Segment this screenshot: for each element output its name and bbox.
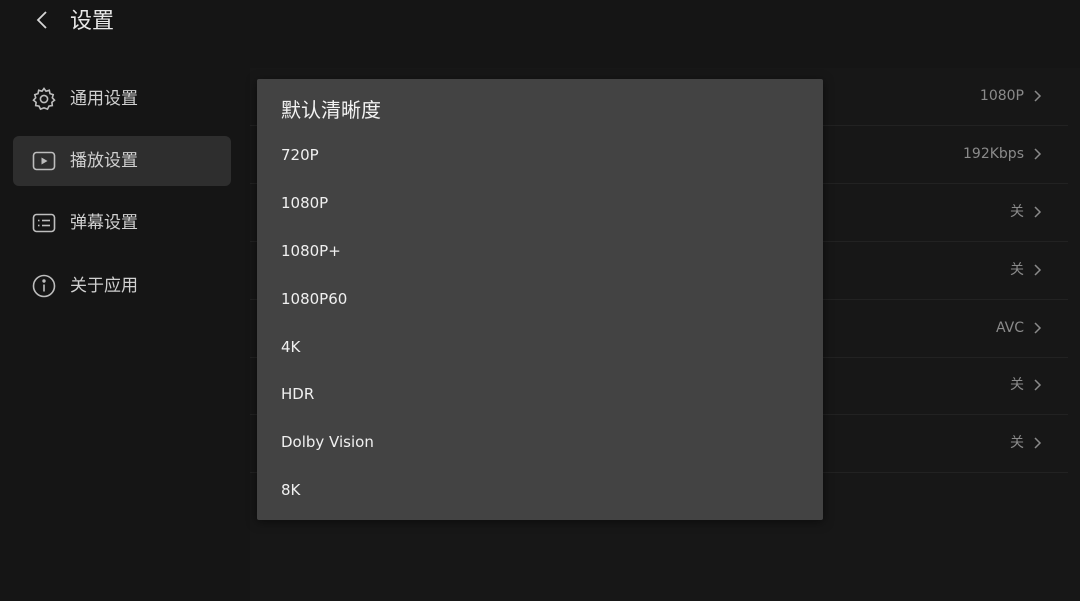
option-4k[interactable]: 4K: [257, 325, 823, 369]
option-720p[interactable]: 720P: [257, 133, 823, 177]
option-label: Dolby Vision: [281, 433, 374, 451]
option-dolby-vision[interactable]: Dolby Vision: [257, 420, 823, 464]
option-label: HDR: [281, 385, 315, 403]
option-hdr[interactable]: HDR: [257, 372, 823, 416]
resolution-dialog: 默认清晰度 720P 1080P 1080P+ 1080P60 4K HDR D…: [257, 79, 823, 520]
option-label: 4K: [281, 338, 301, 356]
option-label: 720P: [281, 146, 319, 164]
app-root: 通用设置 播放设置 弹幕设置 关于应用 设置 1080P 192Kbps 关 关…: [0, 0, 1080, 601]
option-label: 8K: [281, 481, 301, 499]
option-1080p60[interactable]: 1080P60: [257, 277, 823, 321]
option-label: 1080P: [281, 194, 329, 212]
option-label: 1080P+: [281, 242, 341, 260]
option-1080p[interactable]: 1080P: [257, 181, 823, 225]
dialog-title: 默认清晰度: [281, 98, 381, 122]
option-label: 1080P60: [281, 290, 348, 308]
option-8k[interactable]: 8K: [257, 468, 823, 512]
option-1080p-plus[interactable]: 1080P+: [257, 229, 823, 273]
